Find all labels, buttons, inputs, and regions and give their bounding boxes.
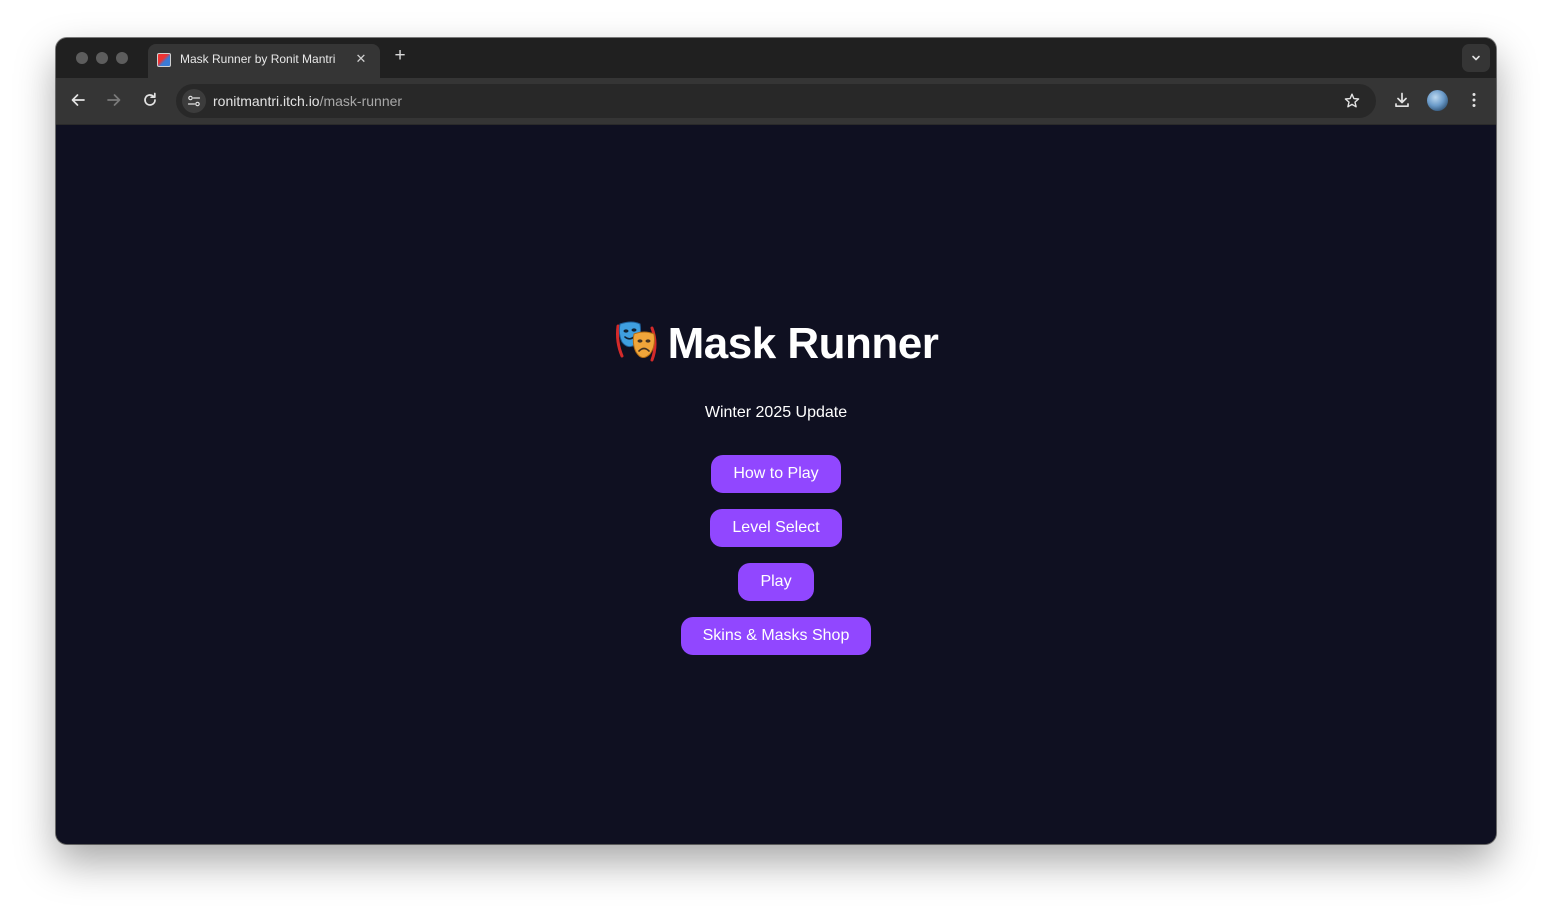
url-path: /mask-runner (319, 93, 403, 109)
site-settings-icon[interactable] (182, 89, 206, 113)
minimize-window-button[interactable] (96, 52, 108, 64)
tab-title: Mask Runner by Ronit Mantri (180, 52, 336, 66)
address-bar[interactable]: ronitmantri.itch.io/mask-runner (176, 84, 1376, 118)
level-select-button[interactable]: Level Select (710, 509, 842, 547)
profile-avatar[interactable] (1427, 90, 1448, 111)
skins-masks-shop-button[interactable]: Skins & Masks Shop (681, 617, 871, 655)
tab-search-button[interactable] (1462, 44, 1490, 72)
chevron-down-icon (1472, 55, 1480, 61)
more-menu-icon[interactable] (1463, 89, 1485, 111)
url-domain: ronitmantri.itch.io (213, 93, 320, 109)
zoom-window-button[interactable] (116, 52, 128, 64)
url-text[interactable]: ronitmantri.itch.io/mask-runner (213, 93, 402, 109)
tab-strip: Mask Runner by Ronit Mantri ✕ + (56, 38, 1496, 78)
page-subtitle: Winter 2025 Update (704, 404, 848, 421)
reload-icon[interactable] (139, 89, 161, 111)
browser-toolbar: ronitmantri.itch.io/mask-runner (56, 78, 1496, 125)
game-favicon (157, 53, 171, 67)
browser-window: Mask Runner by Ronit Mantri ✕ + ronitman… (56, 38, 1496, 844)
performing-arts-masks-icon (615, 321, 657, 362)
active-tab[interactable]: Mask Runner by Ronit Mantri ✕ (148, 44, 380, 78)
bookmark-star-icon[interactable] (1342, 91, 1362, 111)
plus-icon[interactable]: + (390, 46, 410, 66)
forward-icon[interactable] (103, 89, 125, 111)
game-page: Mask Runner Winter 2025 Update How to Pl… (56, 125, 1496, 844)
game-title-text: Mask Runner (667, 319, 939, 368)
play-button[interactable]: Play (738, 563, 814, 601)
how-to-play-button[interactable]: How to Play (711, 455, 841, 493)
back-icon[interactable] (67, 89, 89, 111)
close-window-button[interactable] (76, 52, 88, 64)
download-icon[interactable] (1391, 89, 1413, 111)
page-title: Mask Runner (56, 318, 1496, 369)
close-icon[interactable]: ✕ (353, 51, 369, 67)
